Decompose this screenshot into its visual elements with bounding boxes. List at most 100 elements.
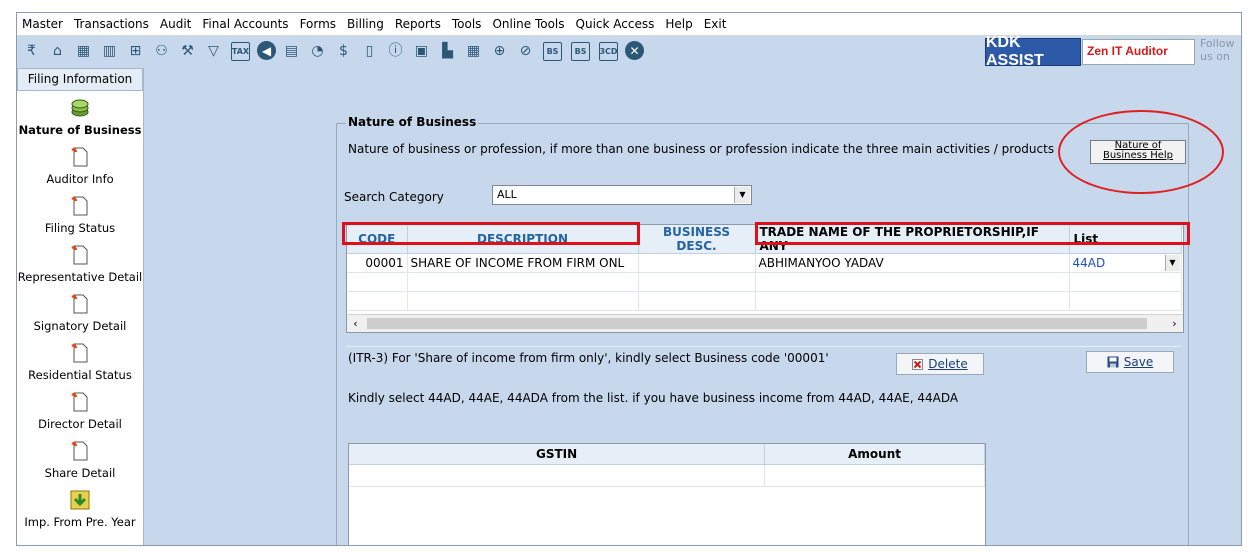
delete-icon [912, 358, 924, 370]
ledger-icon[interactable]: ▣ [411, 40, 432, 62]
column-gstin[interactable]: GSTIN [349, 444, 766, 465]
sidebar-item-label: Filing Status [44, 221, 116, 235]
home-icon[interactable]: ⌂ [47, 40, 68, 62]
sidebar-header: Filing Information [17, 68, 143, 91]
sidebar-item-signatory-detail[interactable]: Signatory Detail [17, 293, 143, 333]
cell-description[interactable]: SHARE OF INCOME FROM FIRM ONL [407, 253, 639, 273]
scroll-thumb[interactable] [367, 318, 1147, 329]
close-icon[interactable]: ✕ [625, 41, 644, 60]
calendar-icon[interactable]: ▦ [463, 40, 484, 62]
sidebar-item-label: Nature of Business [18, 123, 142, 137]
sidebar-item-representative-detail[interactable]: Representative Detail [17, 244, 143, 284]
document-icon [71, 392, 88, 412]
cell-code[interactable]: 00001 [347, 253, 408, 273]
money-stack-icon [71, 99, 89, 117]
hammer-icon[interactable]: ⚒ [177, 40, 198, 62]
sidebar-item-label: Director Detail [38, 417, 122, 431]
gift-icon[interactable]: ⊞ [125, 40, 146, 62]
table-row[interactable] [347, 291, 1182, 311]
menu-bar: Master Transactions Audit Final Accounts… [17, 13, 1241, 36]
document-icon [71, 441, 88, 461]
menu-master[interactable]: Master [17, 13, 69, 35]
bs-sch-icon[interactable]: BS [571, 42, 590, 61]
chevron-down-icon[interactable]: ▼ [1164, 255, 1180, 271]
menu-billing[interactable]: Billing [342, 13, 390, 35]
sidebar-item-label: Residential Status [28, 368, 132, 382]
sidebar-item-auditor-info[interactable]: Auditor Info [17, 146, 143, 186]
import-icon [70, 490, 90, 510]
calculator-icon[interactable]: ▤ [281, 40, 302, 62]
menu-final-accounts[interactable]: Final Accounts [197, 13, 294, 35]
follow-line-1: Follow [1200, 37, 1235, 50]
menu-audit[interactable]: Audit [155, 13, 197, 35]
sidebar: Filing Information Nature of Business Au… [17, 68, 144, 545]
cell-trade-name[interactable]: ABHIMANYOO YADAV [755, 253, 1070, 273]
horizontal-scrollbar[interactable]: ‹ › [347, 314, 1183, 332]
sidebar-item-share-detail[interactable]: Share Detail [17, 440, 143, 480]
bar-chart-icon[interactable]: ▥ [99, 40, 120, 62]
highlight-box-trade-name-list [755, 222, 1190, 245]
delete-label: Delete [928, 357, 968, 371]
column-business-desc[interactable]: BUSINESS DESC. [638, 225, 756, 254]
menu-exit[interactable]: Exit [699, 13, 733, 35]
cell-business-desc[interactable] [638, 253, 756, 273]
column-amount[interactable]: Amount [764, 444, 985, 465]
sidebar-item-import-previous-year[interactable]: Imp. From Pre. Year [17, 489, 143, 529]
menu-tools[interactable]: Tools [447, 13, 488, 35]
menu-forms[interactable]: Forms [295, 13, 342, 35]
tax-icon[interactable]: TAX [231, 42, 250, 61]
document-user-icon[interactable]: ▙ [437, 40, 458, 62]
rupee-icon[interactable]: ₹ [21, 40, 42, 62]
sidebar-item-filing-status[interactable]: Filing Status [17, 195, 143, 235]
3cd-icon[interactable]: 3CD [599, 42, 618, 61]
sidebar-item-label: Representative Detail [17, 270, 143, 284]
pay-icon[interactable]: $ [333, 40, 354, 62]
44ad-note: Kindly select 44AD, 44AE, 44ADA from the… [348, 391, 959, 405]
app-window: Master Transactions Audit Final Accounts… [16, 12, 1242, 546]
gstin-header-row: GSTIN Amount [349, 444, 985, 465]
table-row[interactable] [349, 464, 985, 487]
users-icon[interactable]: ⚇ [151, 40, 172, 62]
follow-us-text: Follow us on [1200, 37, 1235, 63]
sidebar-item-residential-status[interactable]: Residential Status [17, 342, 143, 382]
add-document-icon[interactable]: ⊕ [489, 40, 510, 62]
pie-chart-icon[interactable]: ◔ [307, 40, 328, 62]
building-icon[interactable]: ▦ [73, 40, 94, 62]
chevron-down-icon[interactable]: ▼ [734, 187, 750, 203]
menu-online-tools[interactable]: Online Tools [487, 13, 570, 35]
document-icon [71, 245, 88, 265]
filter-icon[interactable]: ▽ [203, 40, 224, 62]
save-button[interactable]: Save [1086, 351, 1174, 373]
menu-help[interactable]: Help [660, 13, 698, 35]
menu-reports[interactable]: Reports [390, 13, 447, 35]
rewind-icon[interactable]: ◀ [257, 41, 276, 60]
document-icon [71, 196, 88, 216]
sidebar-item-nature-of-business[interactable]: Nature of Business [17, 97, 143, 137]
sidebar-item-label: Signatory Detail [33, 319, 127, 333]
itr3-note: (ITR-3) For 'Share of income from firm o… [348, 351, 829, 365]
info-icon[interactable]: ⓘ [385, 40, 406, 62]
menu-transactions[interactable]: Transactions [69, 13, 155, 35]
scroll-right-icon[interactable]: › [1166, 315, 1183, 332]
scroll-left-icon[interactable]: ‹ [347, 315, 364, 332]
delete-button[interactable]: Delete [896, 353, 984, 375]
document-icon [71, 147, 88, 167]
zen-it-auditor-logo[interactable]: Zen IT Auditor [1082, 39, 1195, 65]
sidebar-item-label: Auditor Info [46, 172, 114, 186]
sidebar-item-label: Imp. From Pre. Year [24, 515, 136, 529]
save-label: Save [1123, 355, 1154, 369]
gstin-table: GSTIN Amount [348, 443, 986, 545]
search-category-label: Search Category [344, 190, 444, 204]
group-title: Nature of Business [346, 115, 479, 129]
bs-icon[interactable]: BS [543, 42, 562, 61]
search-category-select[interactable]: ALL ▼ [492, 185, 752, 205]
menu-quick-access[interactable]: Quick Access [571, 13, 661, 35]
table-row[interactable]: 00001 SHARE OF INCOME FROM FIRM ONL ABHI… [347, 253, 1182, 273]
sidebar-item-director-detail[interactable]: Director Detail [17, 391, 143, 431]
search-document-icon[interactable]: ⊘ [515, 40, 536, 62]
cell-list-select[interactable]: 44AD ▼ [1069, 253, 1182, 273]
toolbar: ₹ ⌂ ▦ ▥ ⊞ ⚇ ⚒ ▽ TAX ◀ ▤ ◔ $ ▯ ⓘ ▣ ▙ ▦ ⊕ … [17, 34, 1241, 69]
book-icon[interactable]: ▯ [359, 40, 380, 62]
kdk-assist-button[interactable]: KDK ASSIST [985, 34, 1081, 69]
table-row[interactable] [347, 272, 1182, 292]
